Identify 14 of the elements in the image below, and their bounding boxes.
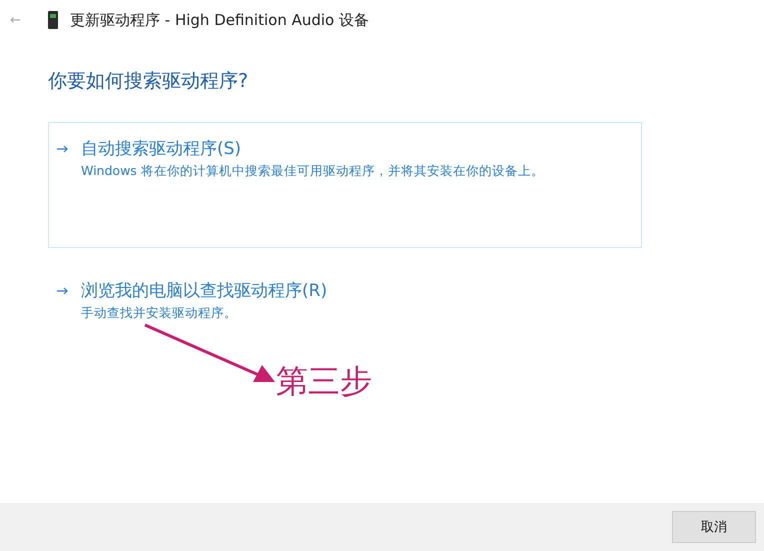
option-description: Windows 将在你的计算机中搜索最佳可用驱动程序，并将其安装在你的设备上。 [81,163,544,180]
device-icon [48,11,58,29]
annotation-label: 第三步 [276,361,372,402]
arrow-icon [57,145,68,153]
heading: 你要如何搜索驱动程序? [48,69,250,94]
back-button[interactable]: ← [10,12,48,28]
option-link[interactable]: 浏览我的电脑以查找驱动程序(R) 手动查找并安装驱动程序。 [48,264,642,329]
option-link[interactable]: 自动搜索驱动程序(S) Windows 将在你的计算机中搜索最佳可用驱动程序，并将其安装在你的设备上。 [48,122,642,248]
option-title: 自动搜索驱动程序(S) [81,138,242,160]
window-title: 更新驱动程序 - High Definition Audio 设备 [70,10,369,30]
option-title: 浏览我的电脑以查找驱动程序(R) [81,280,328,302]
cancel-button[interactable]: 取消 [672,511,756,543]
option-description: 手动查找并安装驱动程序。 [81,305,238,322]
arrow-icon [57,287,68,295]
